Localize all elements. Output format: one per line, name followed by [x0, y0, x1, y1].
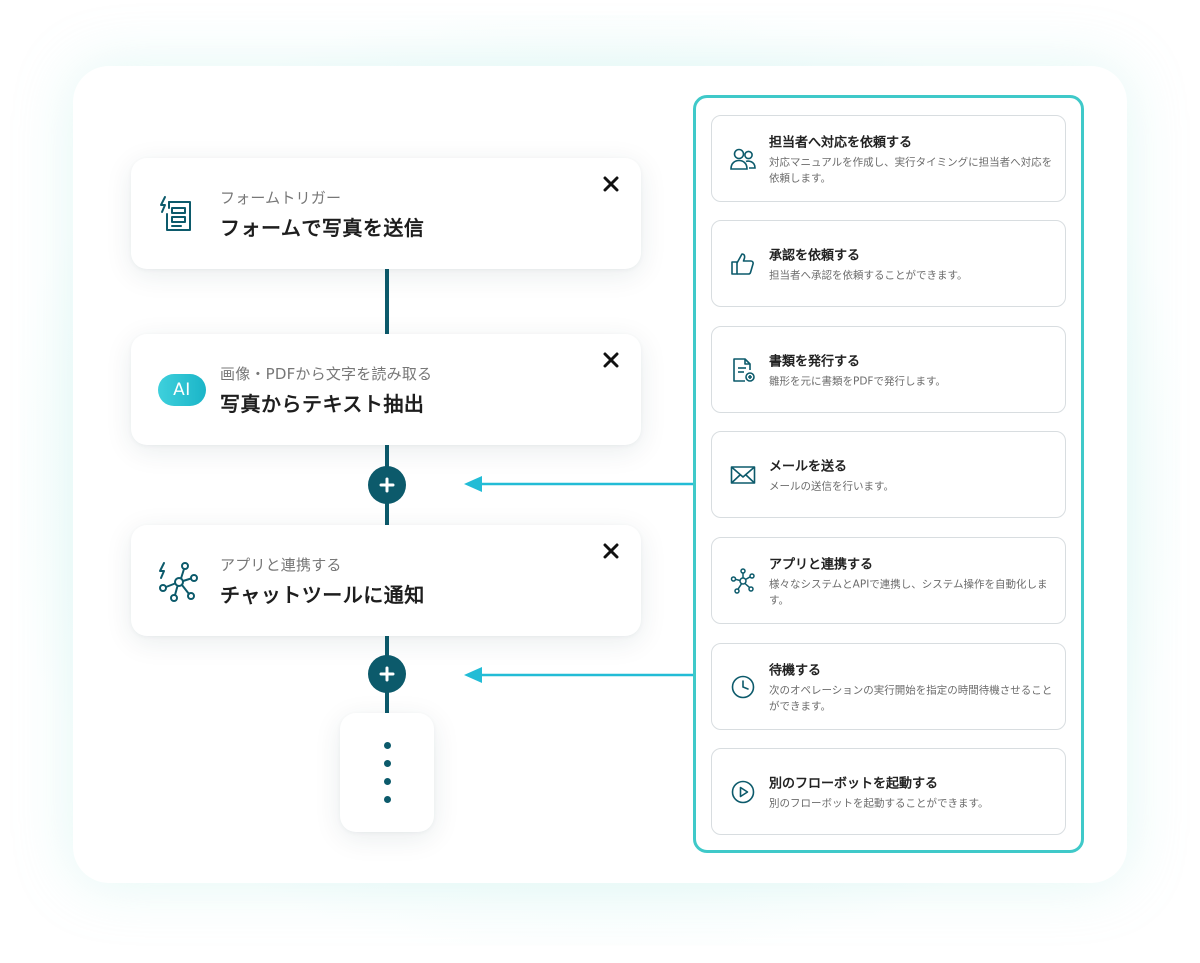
menu-item-title: 待機する	[769, 663, 822, 678]
menu-item-title: 別のフローボットを起動する	[769, 776, 939, 791]
menu-item-app-integration[interactable]: アプリと連携する 様々なシステムとAPIで連携し、システム操作を自動化します。	[711, 537, 1066, 624]
remove-step-button[interactable]	[599, 172, 623, 196]
play-circle-icon	[729, 778, 757, 806]
menu-item-desc: 雛形を元に書類をPDFで発行します。	[769, 375, 946, 387]
menu-item-launch-flowbot[interactable]: 別のフローボットを起動する 別のフローボットを起動することができます。	[711, 748, 1066, 835]
menu-item-title: 書類を発行する	[769, 354, 861, 369]
menu-item-send-mail[interactable]: メールを送る メールの送信を行います。	[711, 431, 1066, 518]
remove-step-button[interactable]	[599, 348, 623, 372]
more-steps-card[interactable]	[340, 713, 434, 832]
flow-step-form-trigger[interactable]: フォームトリガー フォームで写真を送信	[131, 158, 641, 269]
menu-item-issue-document[interactable]: 書類を発行する 雛形を元に書類をPDFで発行します。	[711, 326, 1066, 413]
menu-item-title: メールを送る	[769, 459, 848, 474]
step-subtitle: 画像・PDFから文字を読み取る	[220, 365, 433, 383]
menu-item-wait[interactable]: 待機する 次のオペレーションの実行開始を指定の時間待機させることができます。	[711, 643, 1066, 730]
step-title: 写真からテキスト抽出	[220, 392, 425, 416]
step-title: チャットツールに通知	[220, 583, 425, 607]
flow-step-app-integration[interactable]: アプリと連携する チャットツールに通知	[131, 525, 641, 636]
flow-connector	[385, 268, 389, 336]
action-menu: 担当者へ対応を依頼する 対応マニュアルを作成し、実行タイミングに担当者へ対応を依…	[693, 95, 1084, 853]
plus-icon	[379, 477, 395, 493]
menu-item-desc: 次のオペレーションの実行開始を指定の時間待機させることができます。	[769, 684, 1053, 712]
menu-item-request-approval[interactable]: 承認を依頼する 担当者へ承認を依頼することができます。	[711, 220, 1066, 307]
menu-item-title: 担当者へ対応を依頼する	[769, 135, 913, 150]
menu-item-request-assignee[interactable]: 担当者へ対応を依頼する 対応マニュアルを作成し、実行タイミングに担当者へ対応を依…	[711, 115, 1066, 202]
document-add-icon	[729, 356, 757, 384]
step-title: フォームで写真を送信	[220, 216, 425, 240]
mail-icon	[729, 461, 757, 489]
ai-badge-label: AI	[158, 374, 206, 406]
menu-item-desc: 様々なシステムとAPIで連携し、システム操作を自動化します。	[769, 578, 1048, 606]
thumbs-up-icon	[729, 250, 757, 278]
form-trigger-icon	[151, 188, 203, 240]
menu-item-title: 承認を依頼する	[769, 248, 861, 263]
step-subtitle: アプリと連携する	[220, 556, 342, 574]
close-icon	[603, 176, 619, 192]
menu-item-title: アプリと連携する	[769, 557, 874, 572]
clock-icon	[729, 673, 757, 701]
close-icon	[603, 352, 619, 368]
add-step-button[interactable]	[368, 466, 406, 504]
menu-item-desc: 別のフローボットを起動することができます。	[769, 797, 989, 809]
network-icon	[729, 567, 757, 595]
app-integration-icon	[151, 555, 203, 607]
people-icon	[729, 145, 757, 173]
menu-item-desc: 担当者へ承認を依頼することができます。	[769, 269, 968, 281]
flow-step-ocr[interactable]: AI 画像・PDFから文字を読み取る 写真からテキスト抽出	[131, 334, 641, 445]
remove-step-button[interactable]	[599, 539, 623, 563]
close-icon	[603, 543, 619, 559]
plus-icon	[379, 666, 395, 682]
step-subtitle: フォームトリガー	[220, 189, 342, 207]
menu-item-desc: 対応マニュアルを作成し、実行タイミングに担当者へ対応を依頼します。	[769, 156, 1053, 184]
arrow-left-icon	[464, 476, 696, 492]
ai-badge: AI	[156, 364, 208, 416]
menu-item-desc: メールの送信を行います。	[769, 480, 894, 492]
arrow-left-icon	[464, 667, 696, 683]
add-step-button[interactable]	[368, 655, 406, 693]
